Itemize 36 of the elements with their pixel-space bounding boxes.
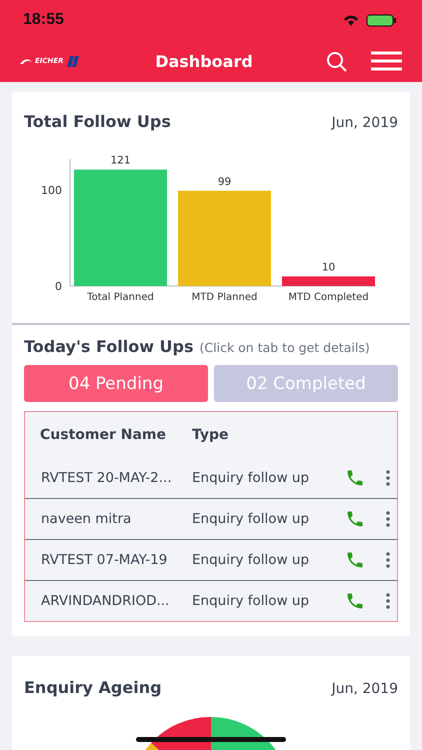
period-label: Jun, 2019 [332,115,398,131]
tab[interactable]: 02 Completed [214,365,398,402]
table-cell-text: ARVINDANDRIOD... [41,593,170,609]
page-title: Dashboard [154,52,254,70]
column-header: Customer Name [40,427,167,443]
table-cell-text: Enquiry follow up [192,511,310,527]
menu-button[interactable] [371,51,402,71]
data-label: 99 [218,176,232,188]
tab[interactable]: 04 Pending [24,365,208,402]
table-cell-text: Enquiry follow up [192,593,310,609]
clock: 18:55 [23,11,64,29]
x-tick-label: MTD Planned [192,292,258,303]
x-tick-label: MTD Completed [288,292,369,303]
hint-text: (Click on tab to get details) [200,340,370,355]
y-tick-label: 0 [55,280,62,293]
more-options-icon[interactable] [386,470,390,486]
table-cell-text: RVTEST 20-MAY-2... [41,470,173,486]
column-header: Type [192,427,230,443]
swoosh-icon [20,58,32,64]
card-title: Total Follow Ups [24,112,171,131]
table-cell-text: Enquiry follow up [192,552,310,568]
logo-stripes-icon [66,56,79,66]
x-tick-label: Total Planned [87,292,154,303]
more-options-icon[interactable] [386,511,390,527]
card-title: Enquiry Ageing [24,678,162,697]
search-button[interactable] [326,50,347,72]
table-cell-text: RVTEST 07-MAY-19 [41,552,168,568]
data-label: 10 [322,261,336,274]
y-tick-label: 100 [41,184,62,197]
table-cell-text: naveen mitra [41,511,132,527]
data-label: 121 [110,154,131,167]
more-options-icon[interactable] [386,552,390,568]
table-cell-text: Enquiry follow up [192,470,310,486]
more-options-icon[interactable] [386,593,390,609]
period-label: Jun, 2019 [332,681,398,697]
card-title: Today's Follow Ups [24,337,194,356]
